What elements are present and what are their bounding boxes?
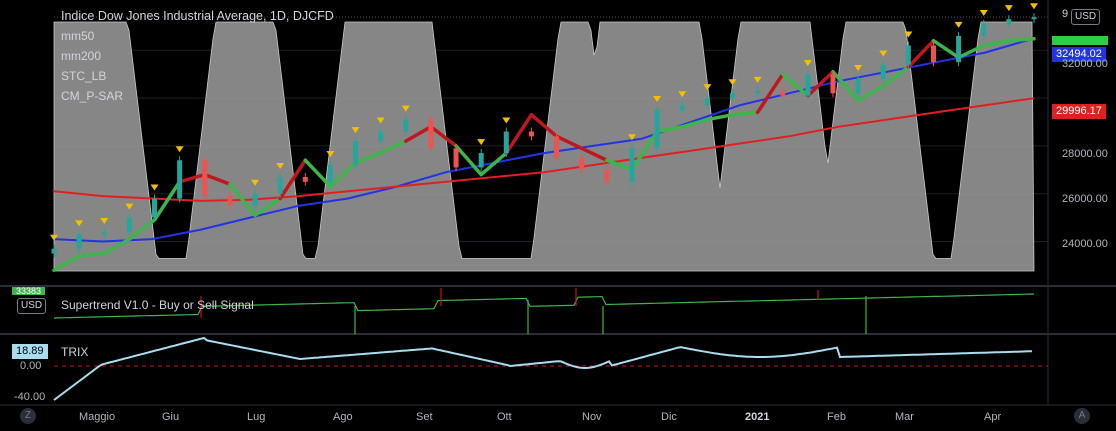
supertrend-badge: 33383 xyxy=(12,287,46,296)
candle-body xyxy=(704,98,710,106)
candle-body xyxy=(729,93,735,99)
trix-pane-title: TRIX xyxy=(61,345,89,359)
indicator-psar[interactable]: CM_P-SAR xyxy=(61,86,334,106)
candle-body xyxy=(805,74,811,96)
sar-marker xyxy=(502,117,511,124)
price-tag-top: 9 xyxy=(1062,8,1069,20)
candle-body xyxy=(353,141,359,166)
supertrend-currency-button[interactable]: USD xyxy=(17,298,47,314)
candle-body xyxy=(905,45,911,65)
trix-value-badge: 18.89 xyxy=(12,344,48,359)
supertrend-pane-title: Supertrend V1.0 - Buy or Sell Signal xyxy=(61,298,254,312)
candle-body xyxy=(1031,17,1037,20)
y-tick-24000: 24000.00 xyxy=(1062,238,1108,250)
mm200-price-tag: 29996.17 xyxy=(1052,104,1106,119)
indicator-mm200[interactable]: mm200 xyxy=(61,46,334,66)
y-tick-28000: 28000.00 xyxy=(1062,148,1108,160)
time-tick: 2021 xyxy=(745,411,770,423)
candle-body xyxy=(855,78,861,94)
sar-marker xyxy=(1030,3,1038,10)
candle-body xyxy=(101,231,107,235)
candle-body xyxy=(76,234,82,249)
candle-body xyxy=(629,148,635,182)
sar-marker xyxy=(477,139,486,146)
time-tick: Giu xyxy=(162,411,180,423)
candle-body xyxy=(503,131,509,154)
candle-body xyxy=(252,193,258,206)
supertrend-segment xyxy=(730,110,760,117)
time-tick: Feb xyxy=(827,411,846,423)
candle-body xyxy=(554,136,560,158)
candle-body xyxy=(277,176,283,194)
sar-marker xyxy=(954,21,963,28)
supertrend-segment xyxy=(1007,36,1036,43)
candle-body xyxy=(327,165,333,182)
time-tick: Lug xyxy=(247,411,266,423)
candle-body xyxy=(51,248,57,254)
candle-body xyxy=(403,119,409,132)
sar-marker xyxy=(150,184,159,191)
sar-marker xyxy=(979,9,988,16)
symbol-title: Indice Dow Jones Industrial Average, 1D,… xyxy=(61,9,334,23)
currency-button[interactable]: USD xyxy=(1071,9,1101,25)
last-price-marker xyxy=(1052,36,1108,45)
candle-body xyxy=(453,148,459,168)
candle-body xyxy=(930,45,936,63)
candle-body xyxy=(1006,19,1012,24)
indicator-mm50[interactable]: mm50 xyxy=(61,26,334,46)
candle-body xyxy=(378,131,384,142)
time-tick: Set xyxy=(416,411,433,423)
trix-tick-minus40: -40.00 xyxy=(14,391,46,403)
candle-body xyxy=(428,119,434,149)
time-tick: Apr xyxy=(984,411,1002,423)
candle-body xyxy=(755,90,761,94)
candle-body xyxy=(956,35,962,63)
trix-tick-0: 0.00 xyxy=(20,360,42,372)
supertrend-segment xyxy=(504,113,534,155)
candle-body xyxy=(780,90,786,96)
supertrend-segment xyxy=(152,180,182,222)
time-tick: Dic xyxy=(661,411,677,423)
y-tick-26000: 26000.00 xyxy=(1062,193,1108,205)
sar-marker xyxy=(175,146,184,153)
candle-body xyxy=(227,196,233,206)
candle-body xyxy=(202,160,208,197)
candle-body xyxy=(579,157,585,170)
candle-body xyxy=(302,176,308,182)
time-tick: Mar xyxy=(895,411,914,423)
candle-body xyxy=(528,131,534,137)
candle-body xyxy=(177,160,183,199)
candle-body xyxy=(880,64,886,79)
candle-body xyxy=(152,198,158,218)
trix-line xyxy=(53,336,1033,401)
candle-body xyxy=(679,105,685,111)
candle-body xyxy=(478,153,484,168)
sar-marker xyxy=(1004,5,1013,12)
time-tick: Ott xyxy=(497,411,512,423)
supertrend-segment xyxy=(77,251,107,258)
timezone-icon[interactable]: Z xyxy=(20,408,36,424)
candle-body xyxy=(981,23,987,36)
auto-scale-icon[interactable]: A xyxy=(1074,408,1090,424)
candle-body xyxy=(126,217,132,232)
time-tick: Ago xyxy=(333,411,353,423)
time-tick: Nov xyxy=(582,411,602,423)
supertrend-segment xyxy=(931,38,961,60)
candle-body xyxy=(654,110,660,149)
candle-body xyxy=(830,74,836,94)
chart-legend: Indice Dow Jones Industrial Average, 1D,… xyxy=(61,6,334,106)
time-tick: Maggio xyxy=(79,411,116,423)
indicator-stc[interactable]: STC_LB xyxy=(61,66,334,86)
y-tick-32000: 32000.00 xyxy=(1062,58,1108,70)
candle-body xyxy=(604,169,610,182)
trix-pane-line xyxy=(53,336,1048,401)
